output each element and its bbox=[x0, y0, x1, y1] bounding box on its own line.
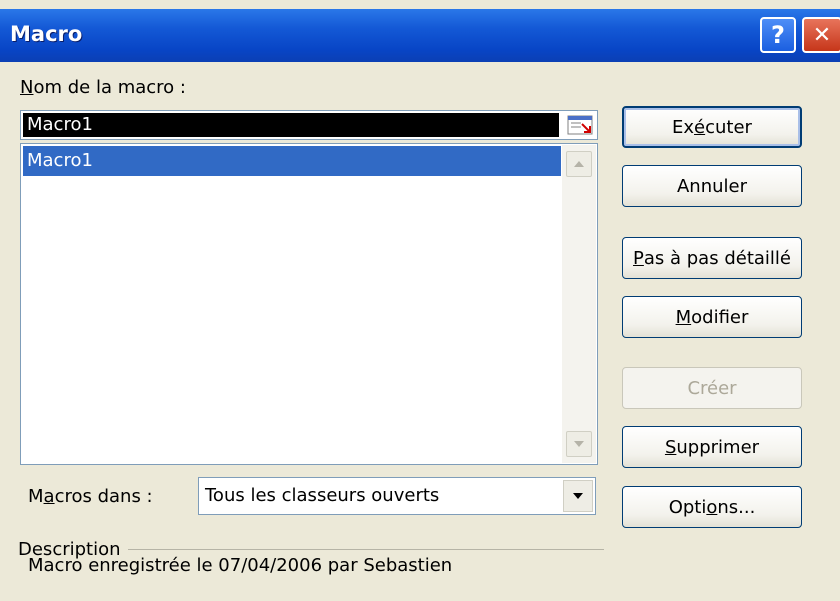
list-scrollbar[interactable] bbox=[562, 145, 596, 463]
edit-button[interactable]: Modifier bbox=[622, 296, 802, 338]
cancel-button[interactable]: Annuler bbox=[622, 165, 802, 207]
dialog-title: Macro bbox=[10, 22, 83, 46]
triangle-up-icon bbox=[574, 161, 584, 167]
title-bar-top-strip bbox=[0, 0, 840, 9]
macro-name-input[interactable]: Macro1 bbox=[20, 110, 598, 140]
macros-in-label: Macros dans : bbox=[28, 486, 153, 507]
description-group-line bbox=[128, 549, 604, 550]
triangle-down-icon bbox=[574, 441, 584, 447]
step-into-button[interactable]: Pas à pas détaillé bbox=[622, 237, 802, 279]
create-button[interactable]: Créer bbox=[622, 367, 802, 409]
help-icon: ? bbox=[771, 21, 785, 49]
macros-in-value: Tous les classeurs ouverts bbox=[205, 485, 440, 506]
run-button[interactable]: Ex é cuter bbox=[622, 106, 802, 148]
delete-button[interactable]: Supprimer bbox=[622, 426, 802, 468]
chevron-down-icon bbox=[573, 493, 583, 499]
macro-name-label: Nom de la macro : bbox=[20, 77, 186, 98]
title-bar[interactable]: Macro ? ✕ bbox=[0, 0, 840, 62]
options-button[interactable]: Opti o ns... bbox=[622, 486, 802, 528]
scroll-down-button[interactable] bbox=[566, 431, 592, 457]
close-button[interactable]: ✕ bbox=[802, 17, 840, 53]
macro-list-item[interactable]: Macro1 bbox=[23, 146, 561, 176]
help-button[interactable]: ? bbox=[760, 17, 796, 53]
close-icon: ✕ bbox=[812, 22, 832, 48]
macros-in-select[interactable]: Tous les classeurs ouverts bbox=[198, 477, 596, 515]
macro-list[interactable]: Macro1 bbox=[20, 143, 598, 465]
macro-name-value[interactable]: Macro1 bbox=[23, 113, 559, 137]
macro-dialog: Macro ? ✕ Nom de la macro : Macro1 Macro… bbox=[0, 0, 840, 601]
dropdown-button[interactable] bbox=[563, 480, 593, 512]
scroll-up-button[interactable] bbox=[566, 151, 592, 177]
collapse-dialog-icon[interactable] bbox=[567, 115, 593, 135]
description-text: Macro enregistrée le 07/04/2006 par Seba… bbox=[28, 555, 453, 576]
